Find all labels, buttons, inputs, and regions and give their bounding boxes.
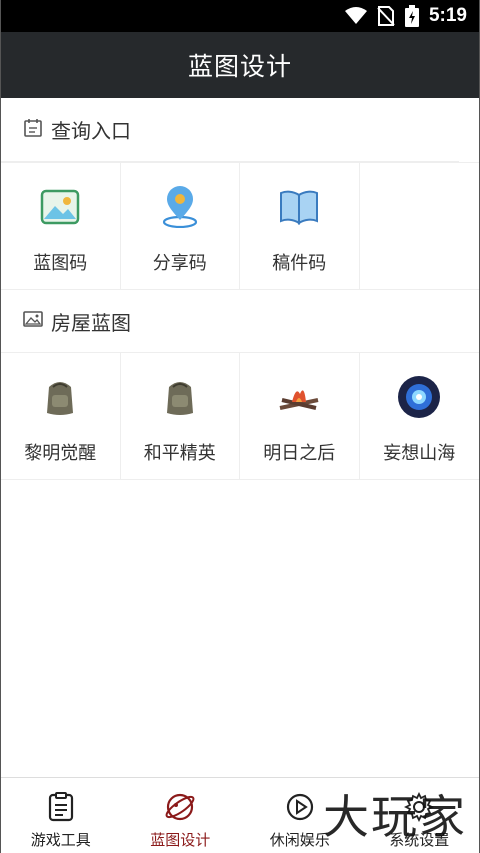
backpack-icon [38,375,82,419]
play-circle-icon [285,792,315,826]
wifi-icon [344,7,367,25]
game-item-peace-elite[interactable]: 和平精英 [121,353,240,479]
game-item-dawn-awakening[interactable]: 黎明觉醒 [1,353,121,479]
battery-icon [404,5,419,27]
app-header: 蓝图设计 [1,32,479,98]
status-bar: 5:19 [1,0,479,32]
tab-label: 休闲娱乐 [269,831,330,849]
planet-icon [165,792,195,826]
section-title: 房屋蓝图 [51,310,131,335]
game-item-mythic-mountains[interactable]: 妄想山海 [360,353,480,479]
house-grid: 黎明觉醒 和平精英 明日之后 妄想山海 [1,352,479,480]
tab-leisure[interactable]: 休闲娱乐 [240,778,360,853]
query-item-blueprint-code[interactable]: 蓝图码 [1,163,121,289]
app-screen: 5:19 蓝图设计 查询入口 蓝图码 分享码 稿件码 房屋蓝图 黎明觉醒 和平精… [0,0,480,853]
tab-game-tools[interactable]: 游戏工具 [1,778,121,853]
clock: 5:19 [428,5,467,26]
query-section-header: 查询入口 [1,98,459,162]
picture-icon [23,310,43,332]
open-book-icon [277,185,321,229]
house-section-header: 房屋蓝图 [1,290,459,352]
tab-label: 游戏工具 [30,831,91,849]
tab-label: 蓝图设计 [150,831,211,849]
query-item-share-code[interactable]: 分享码 [121,163,240,289]
gear-icon [404,791,435,826]
bottom-nav: 游戏工具 蓝图设计 休闲娱乐 系统设置 [1,777,479,853]
empty-cell [360,163,480,289]
query-item-label: 分享码 [152,253,207,274]
backpack-icon [158,375,202,419]
blue-orb-icon [397,375,441,419]
campfire-icon [277,375,321,419]
clipboard-icon [46,792,76,826]
tab-label: 系统设置 [389,831,450,849]
tab-settings[interactable]: 系统设置 [360,778,480,853]
game-item-label: 妄想山海 [383,443,456,464]
game-item-lifeafter[interactable]: 明日之后 [240,353,360,479]
no-sim-icon [377,6,395,26]
query-item-manuscript-code[interactable]: 稿件码 [240,163,360,289]
page-title: 蓝图设计 [187,52,292,81]
tab-blueprint-design[interactable]: 蓝图设计 [121,778,241,853]
location-pin-icon [158,185,202,229]
game-item-label: 明日之后 [263,443,336,464]
query-grid: 蓝图码 分享码 稿件码 [1,162,479,290]
section-title: 查询入口 [51,119,131,143]
game-item-label: 和平精英 [143,443,216,464]
game-item-label: 黎明觉醒 [24,443,97,464]
calendar-icon [23,118,43,142]
query-item-label: 蓝图码 [33,253,88,274]
query-item-label: 稿件码 [272,253,327,274]
image-icon [38,185,82,229]
